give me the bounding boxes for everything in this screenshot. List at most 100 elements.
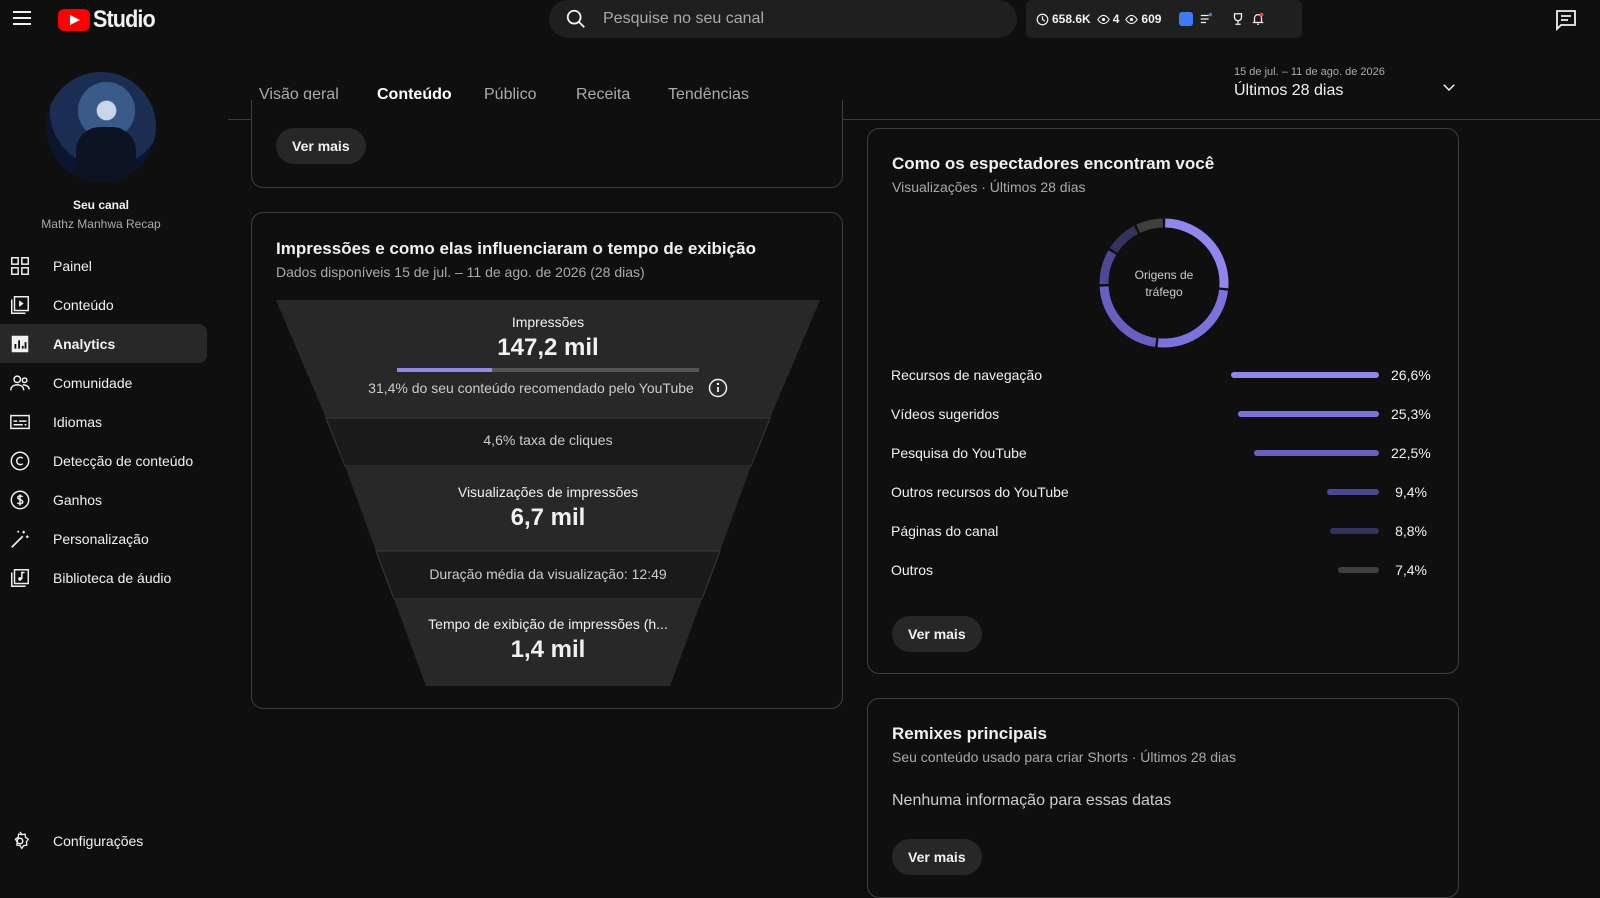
traffic-card-subtitle: Visualizações · Últimos 28 dias [892, 179, 1086, 195]
ctr-segment: 4,6% taxa de cliques [276, 432, 820, 448]
sidebar-item-idiomas[interactable]: Idiomas [0, 402, 207, 441]
live-viewers-stat: 4 [1096, 12, 1119, 26]
app-name: Studio [93, 6, 156, 33]
impression-views-segment: Visualizações de impressões 6,7 mil [276, 484, 820, 532]
sidebar-item-ganhos[interactable]: Ganhos [0, 480, 207, 519]
impressions-card-subtitle: Dados disponíveis 15 de jul. – 11 de ago… [276, 264, 645, 280]
sidebar-item-configuracoes[interactable]: Configurações [0, 821, 207, 860]
previous-card: Ver mais [251, 100, 843, 188]
trophy-icon[interactable] [1231, 12, 1245, 26]
traffic-source-value: 25,3% [1391, 406, 1431, 422]
remix-see-more-button[interactable]: Ver mais [892, 839, 982, 875]
impressions-segment: Impressões 147,2 mil 31,4% do seu conteú… [276, 314, 820, 398]
watch-hours-stat: 658.6K [1036, 12, 1091, 26]
traffic-source-row[interactable]: Pesquisa do YouTube 22,5% [891, 443, 1431, 463]
traffic-source-label: Outros recursos do YouTube [891, 484, 1069, 500]
traffic-source-value: 7,4% [1395, 562, 1427, 578]
impression-views-label: Visualizações de impressões [457, 484, 639, 500]
traffic-source-value: 22,5% [1391, 445, 1431, 461]
views-stat: 609 [1125, 12, 1161, 26]
traffic-source-label: Outros [891, 562, 934, 578]
traffic-source-row[interactable]: Outros recursos do YouTube 9,4% [891, 482, 1427, 502]
date-range-dates: 15 de jul. – 11 de ago. de 2026 [1234, 66, 1385, 78]
content-icon [11, 295, 29, 314]
sidebar-item-label: Ganhos [53, 491, 103, 508]
impressions-card-title: Impressões e como elas influenciaram o t… [276, 239, 756, 258]
list-icon[interactable] [1199, 12, 1213, 26]
search-input[interactable] [603, 10, 983, 28]
gear-icon [14, 830, 30, 849]
donut-slice[interactable] [1136, 218, 1164, 233]
remix-card-subtitle: Seu conteúdo usado para criar Shorts · Ú… [892, 749, 1236, 765]
audio-library-icon [11, 568, 29, 587]
traffic-source-bar [1231, 372, 1379, 378]
sidebar-item-comunidade[interactable]: Comunidade [0, 363, 207, 402]
traffic-card-title: Como os espectadores encontram você [892, 154, 1215, 173]
date-range-label: Últimos 28 dias [1234, 82, 1344, 99]
impressions-funnel: Impressões 147,2 mil 31,4% do seu conteú… [276, 300, 820, 686]
traffic-source-row[interactable]: Páginas do canal 8,8% [891, 521, 1427, 541]
top-bar: Studio 658.6K 4 609 [0, 0, 1600, 40]
analytics-icon [11, 335, 29, 352]
sidebar-item-analytics[interactable]: Analytics [0, 324, 207, 363]
top-remixes-card: Remixes principais Seu conteúdo usado pa… [867, 698, 1459, 898]
realtime-stats[interactable]: 658.6K 4 609 [1026, 0, 1302, 38]
dashboard-icon [11, 256, 29, 275]
watch-time-value: 1,4 mil [510, 636, 586, 663]
traffic-source-row[interactable]: Outros 7,4% [891, 560, 1427, 580]
sidebar-item-biblioteca-audio[interactable]: Biblioteca de áudio [0, 558, 207, 597]
feedback-icon[interactable] [1554, 8, 1578, 32]
traffic-source-label: Recursos de navegação [891, 367, 1042, 383]
search-icon[interactable] [565, 8, 587, 30]
search-bar[interactable] [549, 0, 1017, 38]
bell-icon[interactable] [1251, 12, 1265, 26]
sidebar-item-deteccao[interactable]: Detecção de conteúdo [0, 441, 207, 480]
sidebar-item-label: Personalização [53, 530, 149, 547]
impressions-value: 147,2 mil [497, 334, 599, 361]
donut-slice[interactable] [1099, 250, 1117, 285]
clock-icon [1036, 13, 1049, 25]
traffic-source-row[interactable]: Vídeos sugeridos 25,3% [891, 404, 1431, 424]
donut-center-label: Origens de tráfego [1114, 267, 1214, 301]
traffic-source-bar [1330, 528, 1379, 534]
traffic-source-bar [1326, 489, 1379, 495]
traffic-see-more-button[interactable]: Ver mais [892, 616, 982, 652]
traffic-source-value: 8,8% [1395, 523, 1427, 539]
sidebar-item-painel[interactable]: Painel [0, 246, 207, 285]
ctr-note: 4,6% taxa de cliques [483, 432, 613, 448]
date-range-picker[interactable]: 15 de jul. – 11 de ago. de 2026 Últimos … [1234, 66, 1385, 100]
channel-label: Seu canal [72, 198, 130, 212]
sidebar-item-label: Detecção de conteúdo [53, 452, 194, 469]
sidebar-item-label: Painel [53, 257, 92, 274]
hamburger-menu-icon[interactable] [10, 6, 34, 30]
remix-empty-message: Nenhuma informação para essas datas [892, 792, 1172, 809]
sidebar-item-conteudo[interactable]: Conteúdo [0, 285, 207, 324]
recommended-progress-bar [397, 368, 699, 372]
traffic-source-label: Vídeos sugeridos [891, 406, 1000, 422]
watch-hours-value: 658.6K [1052, 12, 1091, 26]
sidebar: Seu canal Mathz Manhwa Recap Painel Cont… [0, 40, 222, 884]
eye-icon [1096, 14, 1110, 24]
traffic-source-value: 26,6% [1391, 367, 1431, 383]
studio-logo[interactable]: Studio [58, 6, 162, 34]
channel-avatar[interactable] [46, 72, 156, 182]
chevron-down-icon[interactable] [1440, 78, 1458, 96]
see-more-button[interactable]: Ver mais [276, 128, 366, 164]
avg-duration-note: Duração média da visualização: 12:49 [429, 566, 667, 582]
traffic-source-row[interactable]: Recursos de navegação 26,6% [891, 365, 1431, 385]
traffic-source-value: 9,4% [1395, 484, 1427, 500]
watch-time-segment: Tempo de exibição de impressões (h... 1,… [276, 616, 820, 664]
magic-wand-icon [11, 530, 29, 548]
impressions-label: Impressões [511, 314, 585, 330]
channel-name: Mathz Manhwa Recap [41, 217, 161, 231]
info-icon[interactable] [708, 378, 728, 398]
watch-time-label: Tempo de exibição de impressões (h... [428, 616, 668, 632]
traffic-sources-card: Como os espectadores encontram você Visu… [867, 128, 1459, 674]
sidebar-item-personalizacao[interactable]: Personalização [0, 519, 207, 558]
settings-label: Configurações [53, 832, 144, 849]
extension-icon[interactable] [1179, 12, 1194, 26]
sidebar-item-label: Conteúdo [53, 296, 114, 313]
traffic-source-label: Páginas do canal [891, 523, 999, 539]
donut-label-line1: Origens de [1134, 268, 1194, 282]
donut-slice[interactable] [1109, 225, 1139, 254]
